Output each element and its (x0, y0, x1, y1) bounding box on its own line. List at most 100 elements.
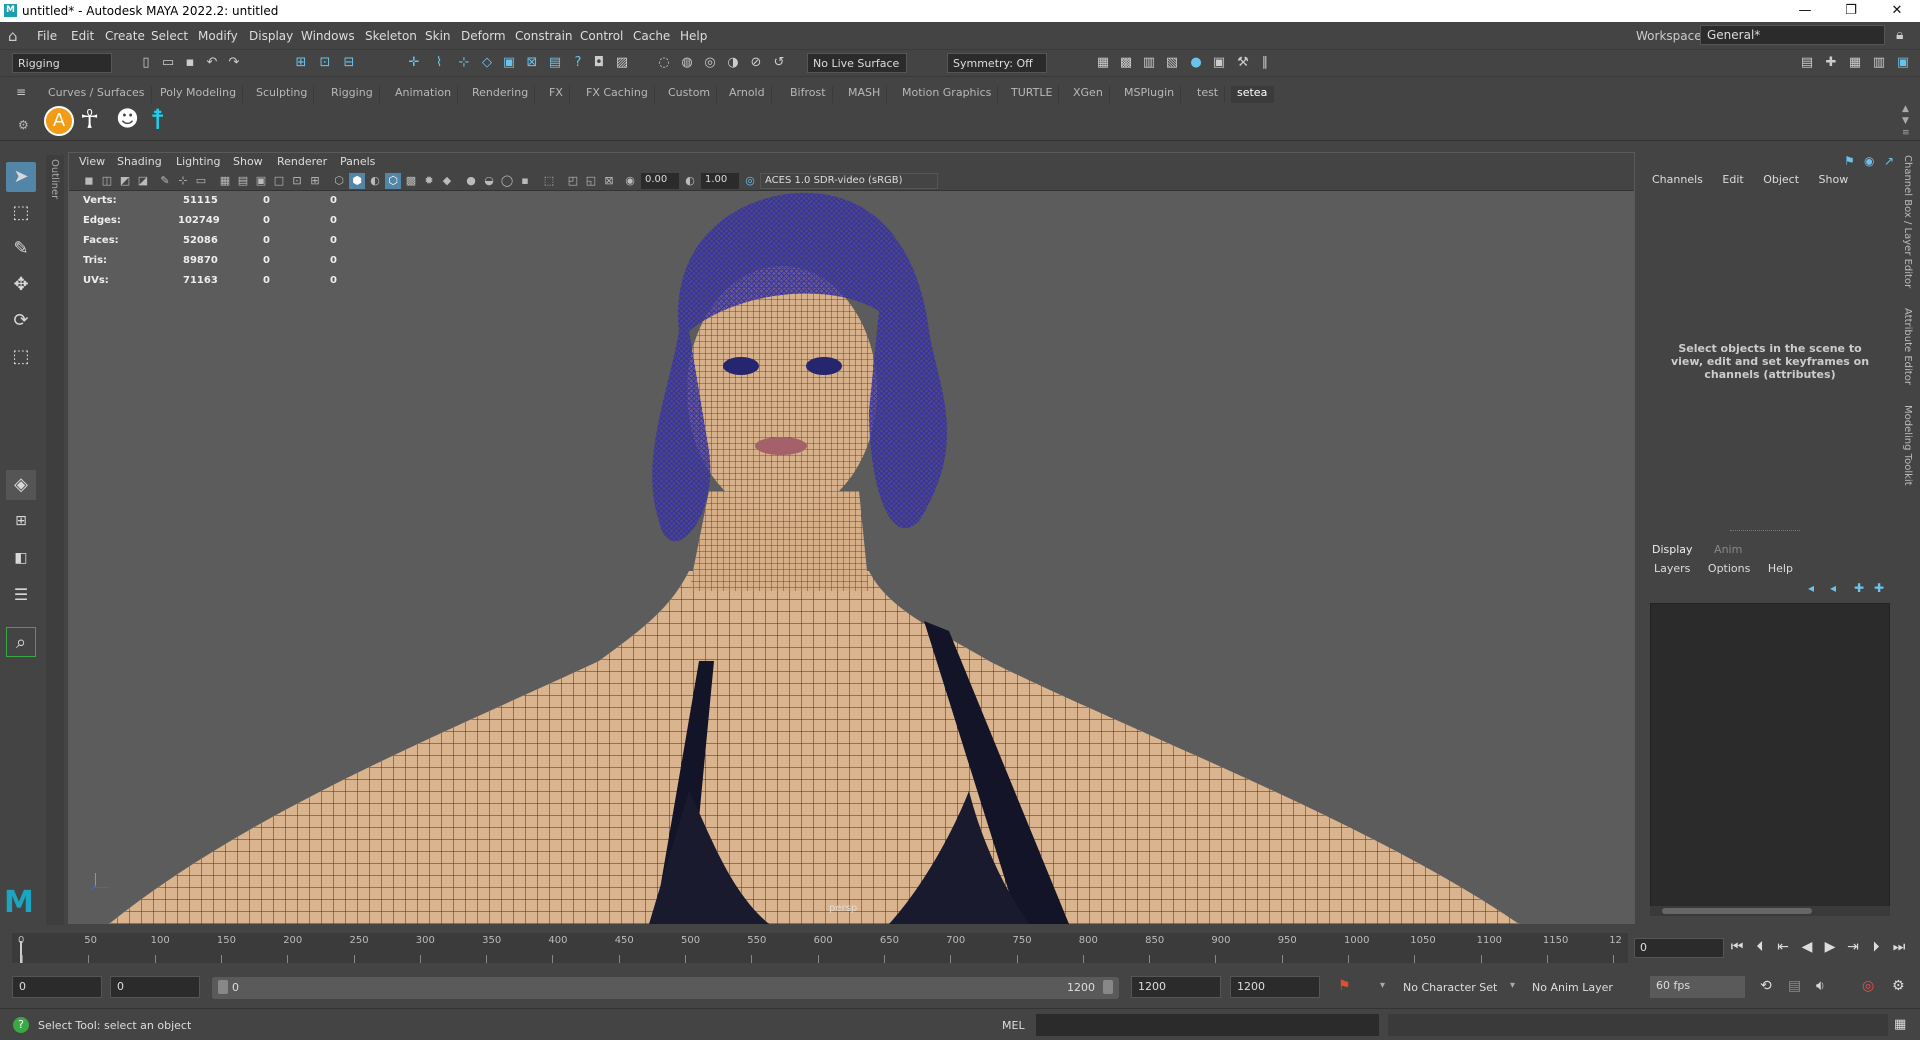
view-transform-dropdown[interactable]: ACES 1.0 SDR-video (sRGB) (760, 173, 938, 189)
layer-menu-layers[interactable]: Layers (1654, 562, 1690, 575)
select-object-icon[interactable]: ⊡ (316, 54, 334, 72)
panel-menu-view[interactable]: View (79, 155, 105, 168)
safe-title-icon[interactable]: ⊞ (307, 173, 323, 189)
side-tab-modeling-toolkit[interactable]: Modeling Toolkit (1902, 405, 1913, 486)
shelf-tab-fx[interactable]: FX (543, 86, 570, 103)
character-set-dropdown[interactable]: No Character Set (1403, 981, 1497, 994)
animation-preferences-icon[interactable]: ◎ (1862, 978, 1874, 994)
anim-layer-dropdown[interactable]: No Anim Layer (1532, 981, 1613, 994)
exposure-icon[interactable]: ◉ (622, 173, 638, 189)
time-slider[interactable]: 0501001502002503003504004505005506006507… (12, 933, 1628, 963)
panel-menu-show[interactable]: Show (233, 155, 263, 168)
pause-icon[interactable]: ∥ (1256, 54, 1274, 72)
scene-start-field[interactable]: 0 (12, 976, 102, 998)
settings-icon[interactable]: ⚙ (1892, 978, 1905, 994)
range-end-handle[interactable] (1103, 980, 1113, 994)
smooth-shade-icon[interactable]: ⬢ (349, 173, 365, 189)
gate-mask-icon[interactable]: ▣ (253, 173, 269, 189)
shelf-tab-msplugin[interactable]: MSPlugin (1118, 86, 1182, 103)
tweak-icon[interactable]: ⊘ (747, 54, 765, 72)
shelf-tab-bifrost[interactable]: Bifrost (784, 86, 833, 103)
channel-box-toggle-icon[interactable]: ▣ (1894, 54, 1912, 72)
sidebar-toggle-3-icon[interactable]: ▦ (1846, 54, 1864, 72)
paint-select-icon[interactable]: ◍ (678, 54, 696, 72)
menu-display[interactable]: Display (249, 29, 293, 43)
pin-icon[interactable]: ↗ (1884, 154, 1894, 168)
layer-scrollbar[interactable] (1650, 906, 1890, 916)
render-setup-icon[interactable]: ⚒ (1234, 54, 1252, 72)
anim-layer-icon[interactable]: ▾ (1510, 980, 1515, 991)
query-icon[interactable]: ? (569, 54, 587, 72)
lasso-select-icon[interactable]: ◌ (655, 54, 673, 72)
menu-file[interactable]: File (37, 29, 57, 43)
input-ops-icon[interactable]: ▨ (613, 54, 631, 72)
move-layer-up-icon[interactable]: ◂ (1808, 581, 1814, 595)
render-frame-icon[interactable]: ▩ (1117, 54, 1135, 72)
menu-control[interactable]: Control (580, 29, 623, 43)
shelf-tab-motion-graphics[interactable]: Motion Graphics (896, 86, 999, 103)
grid-toggle-icon[interactable]: ▦ (217, 173, 233, 189)
history-icon[interactable]: ▤ (546, 54, 564, 72)
wireframe-icon[interactable]: ⬡ (331, 173, 347, 189)
undo-icon[interactable]: ↶ (203, 54, 221, 72)
go-to-start-icon[interactable]: ⏮ (1727, 939, 1747, 955)
safe-action-icon[interactable]: ⊡ (289, 173, 305, 189)
menu-deform[interactable]: Deform (461, 29, 506, 43)
search-icon[interactable]: ⌕ (6, 627, 36, 657)
channel-menu-channels[interactable]: Channels (1652, 173, 1703, 186)
advanced-skeleton-icon[interactable]: A (44, 106, 74, 136)
sync-icon[interactable]: ◉ (1864, 154, 1874, 168)
lasso-tool-icon[interactable]: ⬚ (6, 198, 36, 228)
antialias-icon[interactable]: ▪ (517, 173, 533, 189)
side-tab-channel-box[interactable]: Channel Box / Layer Editor (1902, 155, 1913, 288)
move-tool-icon[interactable]: ✥ (6, 270, 36, 300)
snap-vertex-icon[interactable]: ⊠ (523, 54, 541, 72)
layer-menu-help[interactable]: Help (1768, 562, 1793, 575)
shelf-tab-rendering[interactable]: Rendering (466, 86, 536, 103)
menu-constrain[interactable]: Constrain (515, 29, 573, 43)
panel-menu-panels[interactable]: Panels (340, 155, 375, 168)
shelf-tab-sculpting[interactable]: Sculpting (250, 86, 315, 103)
move-layer-down-icon[interactable]: ◂ (1830, 581, 1836, 595)
step-forward-icon[interactable]: ⏵ (1866, 939, 1886, 955)
shelf-tab-poly-modeling[interactable]: Poly Modeling (154, 86, 244, 103)
camera-select-icon[interactable]: ◼ (81, 173, 97, 189)
go-to-end-icon[interactable]: ⏭ (1889, 939, 1909, 955)
open-scene-icon[interactable]: ▭ (159, 54, 177, 72)
script-editor-icon[interactable]: ▦ (1894, 1017, 1906, 1032)
scale-tool-icon[interactable]: ⬚ (6, 342, 36, 372)
channel-menu-edit[interactable]: Edit (1722, 173, 1743, 186)
select-hierarchy-icon[interactable]: ⊞ (292, 54, 310, 72)
new-scene-icon[interactable]: ▯ (137, 54, 155, 72)
ambient-occlusion-icon[interactable]: ◒ (481, 173, 497, 189)
lock-icon[interactable]: 🔒︎ (1896, 27, 1903, 43)
sidebar-toggle-1-icon[interactable]: ▤ (1798, 54, 1816, 72)
menuset-dropdown[interactable]: Rigging (12, 53, 112, 73)
layer-menu-options[interactable]: Options (1708, 562, 1750, 575)
new-layer-icon[interactable]: ✚ (1854, 581, 1864, 595)
layer-list[interactable] (1650, 603, 1890, 913)
loop-icon[interactable]: ⟲ (1760, 978, 1772, 994)
shadows-icon[interactable]: ● (463, 173, 479, 189)
snap-surface-icon[interactable]: ▣ (500, 54, 518, 72)
range-start-handle[interactable] (218, 980, 228, 994)
step-back-key-icon[interactable]: ⇤ (1773, 939, 1793, 955)
color-management-icon[interactable]: ◎ (742, 173, 758, 189)
wireframe-on-shaded-icon[interactable]: ⬡ (385, 173, 401, 189)
outliner-layout-icon[interactable]: ☰ (6, 580, 36, 610)
isolate-select-icon[interactable]: ⬚ (541, 173, 557, 189)
layer-scroll-thumb[interactable] (1662, 908, 1812, 914)
history-toggle-icon[interactable]: ↺ (770, 54, 788, 72)
frame-selection-icon[interactable]: ⊠ (601, 173, 617, 189)
play-forwards-icon[interactable]: ▶ (1820, 939, 1840, 955)
shelf-tab-test[interactable]: test (1191, 86, 1226, 103)
redo-icon[interactable]: ↷ (225, 54, 243, 72)
lock-selection-icon[interactable]: ◘ (590, 54, 608, 72)
character-set-icon[interactable]: ▾ (1380, 980, 1385, 991)
default-material-icon[interactable]: ◐ (367, 173, 383, 189)
field-chart-icon[interactable]: □ (271, 173, 287, 189)
symmetry-dropdown[interactable]: Symmetry: Off (947, 53, 1047, 73)
playback-start-field[interactable]: 0 (110, 976, 200, 998)
shelf-tab-animation[interactable]: Animation (389, 86, 459, 103)
gamma-field[interactable]: 1.00 (701, 173, 739, 189)
